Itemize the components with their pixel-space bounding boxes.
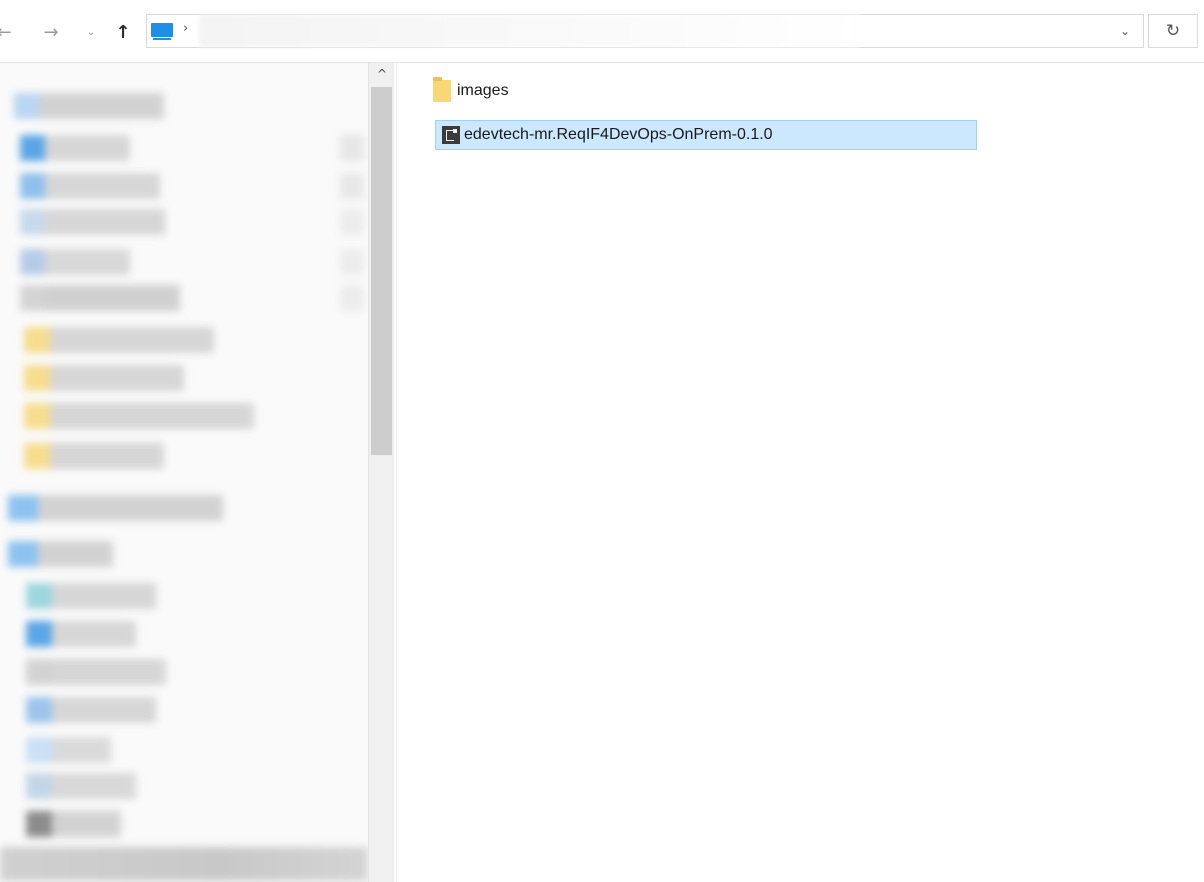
back-arrow-icon: ← xyxy=(0,21,12,43)
scroll-thumb[interactable] xyxy=(371,87,392,455)
redacted-path xyxy=(199,15,859,47)
redacted-nav-item[interactable] xyxy=(26,697,156,723)
file-list[interactable]: images edevtech-mr.ReqIF4DevOps-OnPrem-0… xyxy=(397,63,1204,882)
redacted-nav-item[interactable] xyxy=(26,737,111,763)
redacted-nav-item xyxy=(340,285,364,311)
this-pc-icon xyxy=(151,23,173,40)
redacted-nav-item[interactable] xyxy=(24,443,164,469)
package-file-icon xyxy=(442,126,460,144)
redacted-nav-item[interactable] xyxy=(20,135,130,161)
address-history-button[interactable]: ⌄ xyxy=(1115,21,1135,41)
redacted-nav-item xyxy=(340,173,364,199)
redacted-nav-item-selected[interactable] xyxy=(0,847,368,881)
redacted-nav-item[interactable] xyxy=(26,659,166,685)
scroll-up-icon[interactable]: ^ xyxy=(369,67,395,85)
chevron-down-icon: ⌄ xyxy=(86,26,96,38)
navigation-pane[interactable] xyxy=(0,63,368,882)
redacted-nav-item[interactable] xyxy=(20,209,165,235)
refresh-button[interactable]: ↻ xyxy=(1148,14,1198,48)
refresh-icon: ↻ xyxy=(1165,21,1181,41)
forward-arrow-icon: → xyxy=(43,21,59,43)
address-bar[interactable]: › ⌄ xyxy=(146,14,1144,48)
forward-button[interactable]: → xyxy=(40,20,62,44)
file-name: edevtech-mr.ReqIF4DevOps-OnPrem-0.1.0 xyxy=(464,126,773,143)
back-button[interactable]: ← xyxy=(0,20,14,44)
redacted-nav-item[interactable] xyxy=(20,249,130,275)
redacted-nav-item[interactable] xyxy=(20,173,160,199)
redacted-nav-item[interactable] xyxy=(20,285,180,311)
up-arrow-icon: ↑ xyxy=(115,21,131,43)
nav-pane-scrollbar[interactable]: ^ xyxy=(368,63,394,882)
breadcrumb-separator[interactable]: › xyxy=(183,21,188,36)
chevron-down-icon: ⌄ xyxy=(1119,24,1131,38)
redacted-nav-item[interactable] xyxy=(24,403,254,429)
redacted-nav-item xyxy=(340,209,364,235)
redacted-nav-item[interactable] xyxy=(24,365,184,391)
redacted-nav-item xyxy=(340,135,364,161)
redacted-nav-item[interactable] xyxy=(26,583,156,609)
recent-locations-button[interactable]: ⌄ xyxy=(84,20,98,44)
address-toolbar: ← → ⌄ ↑ › ⌄ ↻ xyxy=(0,0,1204,63)
redacted-nav-item[interactable] xyxy=(8,495,223,521)
redacted-nav-item[interactable] xyxy=(8,541,113,567)
list-item-folder[interactable]: images xyxy=(433,76,633,106)
redacted-nav-item[interactable] xyxy=(26,811,121,837)
up-button[interactable]: ↑ xyxy=(112,20,134,44)
redacted-nav-item[interactable] xyxy=(14,93,164,119)
redacted-nav-item[interactable] xyxy=(26,621,136,647)
file-name: images xyxy=(457,82,509,99)
folder-icon xyxy=(433,77,451,102)
redacted-nav-item[interactable] xyxy=(26,773,136,799)
redacted-nav-item xyxy=(340,249,364,275)
redacted-nav-item[interactable] xyxy=(24,327,214,353)
list-item-file-selected[interactable]: edevtech-mr.ReqIF4DevOps-OnPrem-0.1.0 xyxy=(435,120,977,150)
